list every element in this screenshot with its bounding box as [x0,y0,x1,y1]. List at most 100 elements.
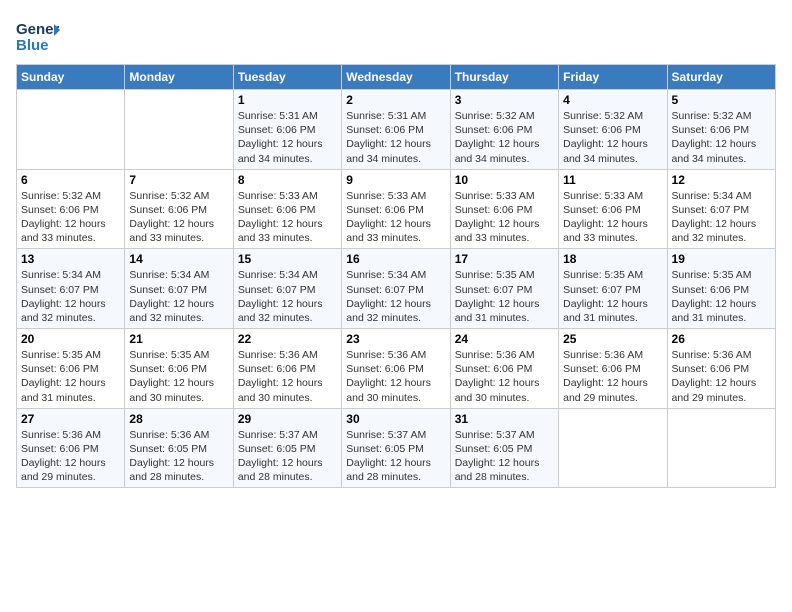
calendar-cell: 28Sunrise: 5:36 AM Sunset: 6:05 PM Dayli… [125,408,233,488]
day-number: 12 [672,173,771,187]
day-info: Sunrise: 5:35 AM Sunset: 6:06 PM Dayligh… [129,348,228,405]
calendar-week-row: 1 Sunrise: 5:31 AM Sunset: 6:06 PM Daylig… [17,90,776,170]
calendar-body: 1 Sunrise: 5:31 AM Sunset: 6:06 PM Daylig… [17,90,776,488]
calendar-cell: 20 Sunrise: 5:35 AM Sunset: 6:06 PM Dayli… [17,329,125,409]
day-info: Sunrise: 5:32 AM Sunset: 6:06 PM Dayligh… [455,109,554,166]
day-number: 31 [455,412,554,426]
day-info: Sunrise: 5:35 AM Sunset: 6:06 PM Dayligh… [21,348,120,405]
day-info: Sunrise: 5:36 AM Sunset: 6:06 PM Dayligh… [346,348,445,405]
page-header: General Blue [16,16,776,54]
day-number: 19 [672,252,771,266]
calendar-cell: 21 Sunrise: 5:35 AM Sunset: 6:06 PM Dayli… [125,329,233,409]
day-info: Sunrise: 5:32 AM Sunset: 6:06 PM Dayligh… [672,109,771,166]
calendar-cell: 4Sunrise: 5:32 AM Sunset: 6:06 PM Daylig… [559,90,667,170]
calendar-cell [125,90,233,170]
weekday-header: Monday [125,65,233,90]
day-number: 1 [238,93,337,107]
day-info: Sunrise: 5:35 AM Sunset: 6:07 PM Dayligh… [563,268,662,325]
day-number: 27 [21,412,120,426]
day-number: 20 [21,332,120,346]
calendar-cell: 7 Sunrise: 5:32 AM Sunset: 6:06 PM Daylig… [125,169,233,249]
day-number: 26 [672,332,771,346]
calendar-cell: 23 Sunrise: 5:36 AM Sunset: 6:06 PM Dayli… [342,329,450,409]
calendar-cell: 5 Sunrise: 5:32 AM Sunset: 6:06 PM Daylig… [667,90,775,170]
day-info: Sunrise: 5:34 AM Sunset: 6:07 PM Dayligh… [346,268,445,325]
calendar-cell: 17Sunrise: 5:35 AM Sunset: 6:07 PM Dayli… [450,249,558,329]
day-info: Sunrise: 5:33 AM Sunset: 6:06 PM Dayligh… [238,189,337,246]
calendar-cell [559,408,667,488]
day-number: 23 [346,332,445,346]
calendar-cell: 13 Sunrise: 5:34 AM Sunset: 6:07 PM Dayli… [17,249,125,329]
calendar-cell: 24Sunrise: 5:36 AM Sunset: 6:06 PM Dayli… [450,329,558,409]
day-info: Sunrise: 5:36 AM Sunset: 6:06 PM Dayligh… [563,348,662,405]
calendar-cell: 11 Sunrise: 5:33 AM Sunset: 6:06 PM Dayli… [559,169,667,249]
logo-icon: General Blue [16,16,60,54]
day-info: Sunrise: 5:32 AM Sunset: 6:06 PM Dayligh… [129,189,228,246]
day-number: 22 [238,332,337,346]
day-number: 13 [21,252,120,266]
calendar-cell: 19Sunrise: 5:35 AM Sunset: 6:06 PM Dayli… [667,249,775,329]
day-number: 16 [346,252,445,266]
calendar-cell: 9 Sunrise: 5:33 AM Sunset: 6:06 PM Daylig… [342,169,450,249]
calendar-cell: 12 Sunrise: 5:34 AM Sunset: 6:07 PM Dayli… [667,169,775,249]
weekday-header: Tuesday [233,65,341,90]
calendar-table: SundayMondayTuesdayWednesdayThursdayFrid… [16,64,776,488]
weekday-header: Thursday [450,65,558,90]
calendar-cell: 8 Sunrise: 5:33 AM Sunset: 6:06 PM Daylig… [233,169,341,249]
day-info: Sunrise: 5:35 AM Sunset: 6:07 PM Dayligh… [455,268,554,325]
calendar-header-row: SundayMondayTuesdayWednesdayThursdayFrid… [17,65,776,90]
calendar-week-row: 6 Sunrise: 5:32 AM Sunset: 6:06 PM Daylig… [17,169,776,249]
svg-text:General: General [16,21,60,38]
day-info: Sunrise: 5:33 AM Sunset: 6:06 PM Dayligh… [346,189,445,246]
weekday-header: Friday [559,65,667,90]
day-number: 11 [563,173,662,187]
day-info: Sunrise: 5:31 AM Sunset: 6:06 PM Dayligh… [238,109,337,166]
calendar-cell: 2 Sunrise: 5:31 AM Sunset: 6:06 PM Daylig… [342,90,450,170]
calendar-cell: 18 Sunrise: 5:35 AM Sunset: 6:07 PM Dayli… [559,249,667,329]
day-info: Sunrise: 5:33 AM Sunset: 6:06 PM Dayligh… [563,189,662,246]
calendar-cell: 29Sunrise: 5:37 AM Sunset: 6:05 PM Dayli… [233,408,341,488]
day-number: 21 [129,332,228,346]
day-info: Sunrise: 5:36 AM Sunset: 6:06 PM Dayligh… [672,348,771,405]
day-number: 9 [346,173,445,187]
weekday-header: Saturday [667,65,775,90]
weekday-header: Wednesday [342,65,450,90]
day-number: 25 [563,332,662,346]
calendar-cell: 22 Sunrise: 5:36 AM Sunset: 6:06 PM Dayli… [233,329,341,409]
day-number: 4 [563,93,662,107]
calendar-cell: 30Sunrise: 5:37 AM Sunset: 6:05 PM Dayli… [342,408,450,488]
day-info: Sunrise: 5:36 AM Sunset: 6:06 PM Dayligh… [21,428,120,485]
day-info: Sunrise: 5:37 AM Sunset: 6:05 PM Dayligh… [455,428,554,485]
calendar-cell [17,90,125,170]
day-number: 14 [129,252,228,266]
day-info: Sunrise: 5:36 AM Sunset: 6:06 PM Dayligh… [238,348,337,405]
calendar-cell: 14Sunrise: 5:34 AM Sunset: 6:07 PM Dayli… [125,249,233,329]
day-number: 8 [238,173,337,187]
day-info: Sunrise: 5:34 AM Sunset: 6:07 PM Dayligh… [21,268,120,325]
calendar-cell: 1 Sunrise: 5:31 AM Sunset: 6:06 PM Daylig… [233,90,341,170]
calendar-cell: 6 Sunrise: 5:32 AM Sunset: 6:06 PM Daylig… [17,169,125,249]
calendar-cell: 15Sunrise: 5:34 AM Sunset: 6:07 PM Dayli… [233,249,341,329]
logo: General Blue [16,16,60,54]
day-info: Sunrise: 5:31 AM Sunset: 6:06 PM Dayligh… [346,109,445,166]
day-number: 15 [238,252,337,266]
day-number: 18 [563,252,662,266]
day-number: 5 [672,93,771,107]
day-number: 28 [129,412,228,426]
calendar-cell: 10Sunrise: 5:33 AM Sunset: 6:06 PM Dayli… [450,169,558,249]
day-number: 3 [455,93,554,107]
day-info: Sunrise: 5:36 AM Sunset: 6:06 PM Dayligh… [455,348,554,405]
day-number: 6 [21,173,120,187]
calendar-cell: 27 Sunrise: 5:36 AM Sunset: 6:06 PM Dayli… [17,408,125,488]
day-number: 29 [238,412,337,426]
calendar-cell: 26 Sunrise: 5:36 AM Sunset: 6:06 PM Dayli… [667,329,775,409]
svg-text:Blue: Blue [16,37,49,54]
calendar-cell [667,408,775,488]
calendar-week-row: 13 Sunrise: 5:34 AM Sunset: 6:07 PM Dayli… [17,249,776,329]
calendar-cell: 31 Sunrise: 5:37 AM Sunset: 6:05 PM Dayli… [450,408,558,488]
day-info: Sunrise: 5:34 AM Sunset: 6:07 PM Dayligh… [672,189,771,246]
day-info: Sunrise: 5:32 AM Sunset: 6:06 PM Dayligh… [21,189,120,246]
calendar-week-row: 27 Sunrise: 5:36 AM Sunset: 6:06 PM Dayli… [17,408,776,488]
day-number: 2 [346,93,445,107]
day-number: 7 [129,173,228,187]
